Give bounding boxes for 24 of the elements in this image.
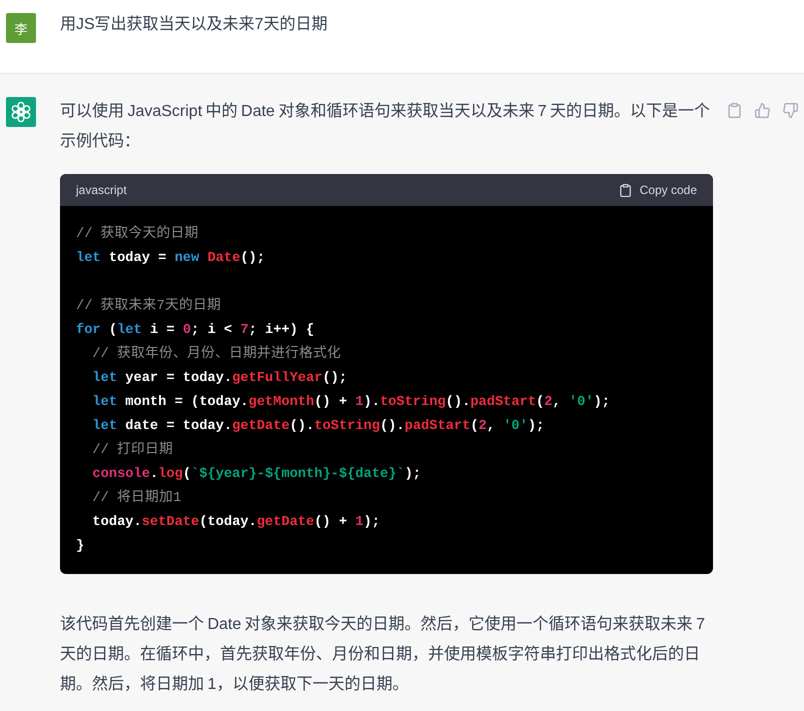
code-line: // 获取未来7天的日期 bbox=[76, 296, 221, 316]
language-label: javascript bbox=[76, 183, 127, 197]
code-line: let month = (today.getMonth() + 1).toString().padStart(2, '0'); bbox=[91, 394, 610, 412]
user-message-text: 用JS写出获取当天以及未来7天的日期 bbox=[60, 14, 328, 35]
message-paragraph: 可以使用 JavaScript 中的 Date 对象和循环语句来获取当天以及未来 7 天的日期。以下是一个示例代码： bbox=[60, 101, 712, 152]
user-avatar: 李 bbox=[6, 13, 36, 43]
code-line: // 获取年份、月份、日期并进行格式化 bbox=[91, 344, 342, 364]
thumbs-down-icon[interactable] bbox=[783, 103, 798, 118]
copy-icon[interactable] bbox=[727, 103, 742, 118]
code-line: // 将日期加1 bbox=[91, 488, 182, 508]
thumbs-up-icon[interactable] bbox=[755, 103, 770, 118]
code-line: let today = new Date(); bbox=[76, 250, 265, 268]
assistant-avatar-icon bbox=[6, 97, 36, 127]
code-line: let date = today.getDate().toString().padStart(2, '0'); bbox=[91, 418, 544, 436]
code-line: // 打印日期 bbox=[91, 440, 174, 460]
code-line: for (let i = 0; i < 7; i++) { bbox=[76, 322, 314, 340]
copy-code-button[interactable]: Copy code bbox=[618, 183, 697, 197]
message-paragraph: 该代码首先创建一个 Date 对象来获取今天的日期。然后，它使用一个循环语句来获取未来 7 天的日期。在循环中，首先获取年份、月份和日期，并使用模板字符串打印出格式化后的日期。然后，将日期加 1，以便获取下一天的日期。 bbox=[60, 614, 706, 695]
code-line: // 获取今天的日期 bbox=[76, 224, 199, 244]
code-line: today.setDate(today.getDate() + 1); bbox=[91, 514, 380, 532]
code-line: let year = today.getFullYear(); bbox=[91, 370, 348, 388]
code-line: console.log(`${year}-${month}-${date}`); bbox=[91, 466, 422, 484]
clipboard-icon bbox=[618, 184, 632, 196]
code-line: } bbox=[76, 538, 84, 556]
